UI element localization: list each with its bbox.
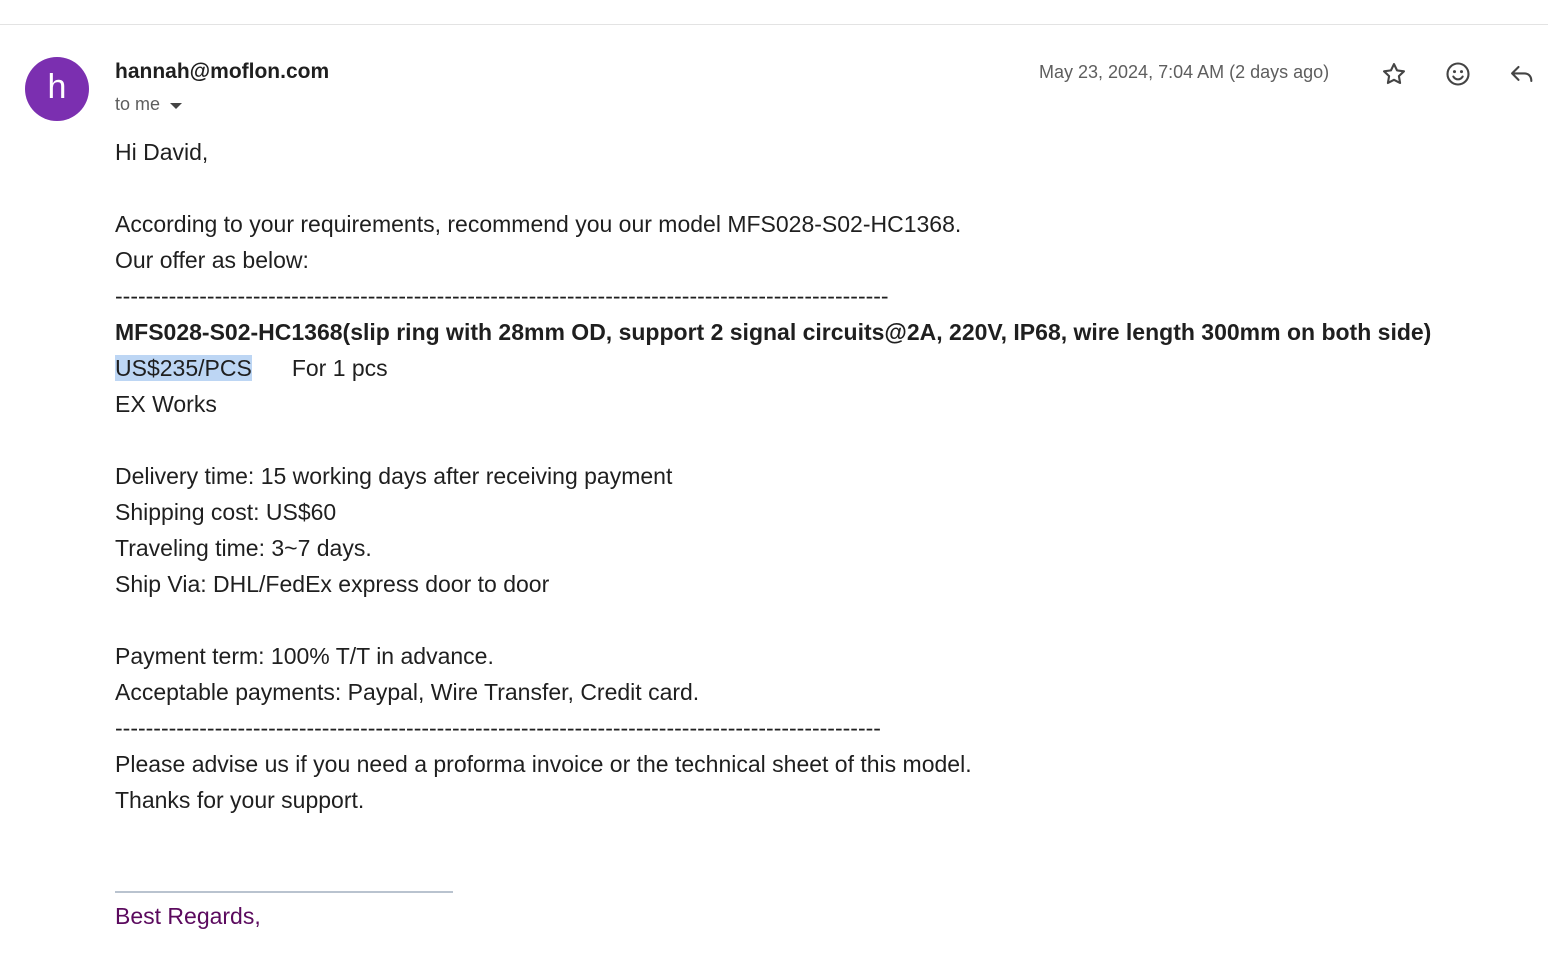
divider-top: ----------------------------------------… (115, 283, 889, 309)
price-selected: US$235/PCS (115, 355, 252, 381)
advise-text: Please advise us if you need a proforma … (115, 751, 972, 777)
star-icon (1383, 63, 1405, 85)
intro-text: According to your requirements, recommen… (115, 211, 962, 237)
ship-via: Ship Via: DHL/FedEx express door to door (115, 571, 550, 597)
payment-term: Payment term: 100% T/T in advance. (115, 643, 494, 669)
incoterm: EX Works (115, 391, 217, 417)
sender-avatar[interactable]: h (25, 57, 89, 121)
emoji-reaction-button[interactable] (1440, 56, 1476, 92)
greeting: Hi David, (115, 139, 209, 165)
traveling-time: Traveling time: 3~7 days. (115, 535, 372, 561)
divider-bottom: ----------------------------------------… (115, 715, 881, 741)
emoji-reaction-icon (1446, 62, 1470, 86)
product-description: MFS028-S02-HC1368(slip ring with 28mm OD… (115, 319, 1432, 345)
acceptable-payments: Acceptable payments: Paypal, Wire Transf… (115, 679, 700, 705)
message-body: Hi David, According to your requirements… (115, 134, 1518, 818)
message-date: May 23, 2024, 7:04 AM (2 days ago) (1039, 62, 1330, 82)
star-button[interactable] (1376, 56, 1412, 92)
avatar-letter: h (47, 68, 67, 106)
thanks-text: Thanks for your support. (115, 787, 365, 813)
delivery-time: Delivery time: 15 working days after rec… (115, 463, 673, 489)
reply-icon (1511, 65, 1533, 83)
sender-email[interactable]: hannah@moflon.com (115, 60, 329, 84)
reply-button[interactable] (1504, 56, 1540, 92)
header-divider (0, 24, 1548, 25)
shipping-cost: Shipping cost: US$60 (115, 499, 337, 525)
recipient-details-toggle[interactable]: to me (115, 94, 183, 115)
quantity: For 1 pcs (291, 355, 388, 381)
price-line: US$235/PCS For 1 pcs (115, 350, 1518, 386)
chevron-down-icon (170, 102, 183, 109)
offer-intro: Our offer as below: (115, 247, 309, 273)
signature-divider (115, 891, 453, 893)
signature-closing: Best Regards, (115, 903, 261, 929)
recipient-label: to me (115, 94, 161, 114)
